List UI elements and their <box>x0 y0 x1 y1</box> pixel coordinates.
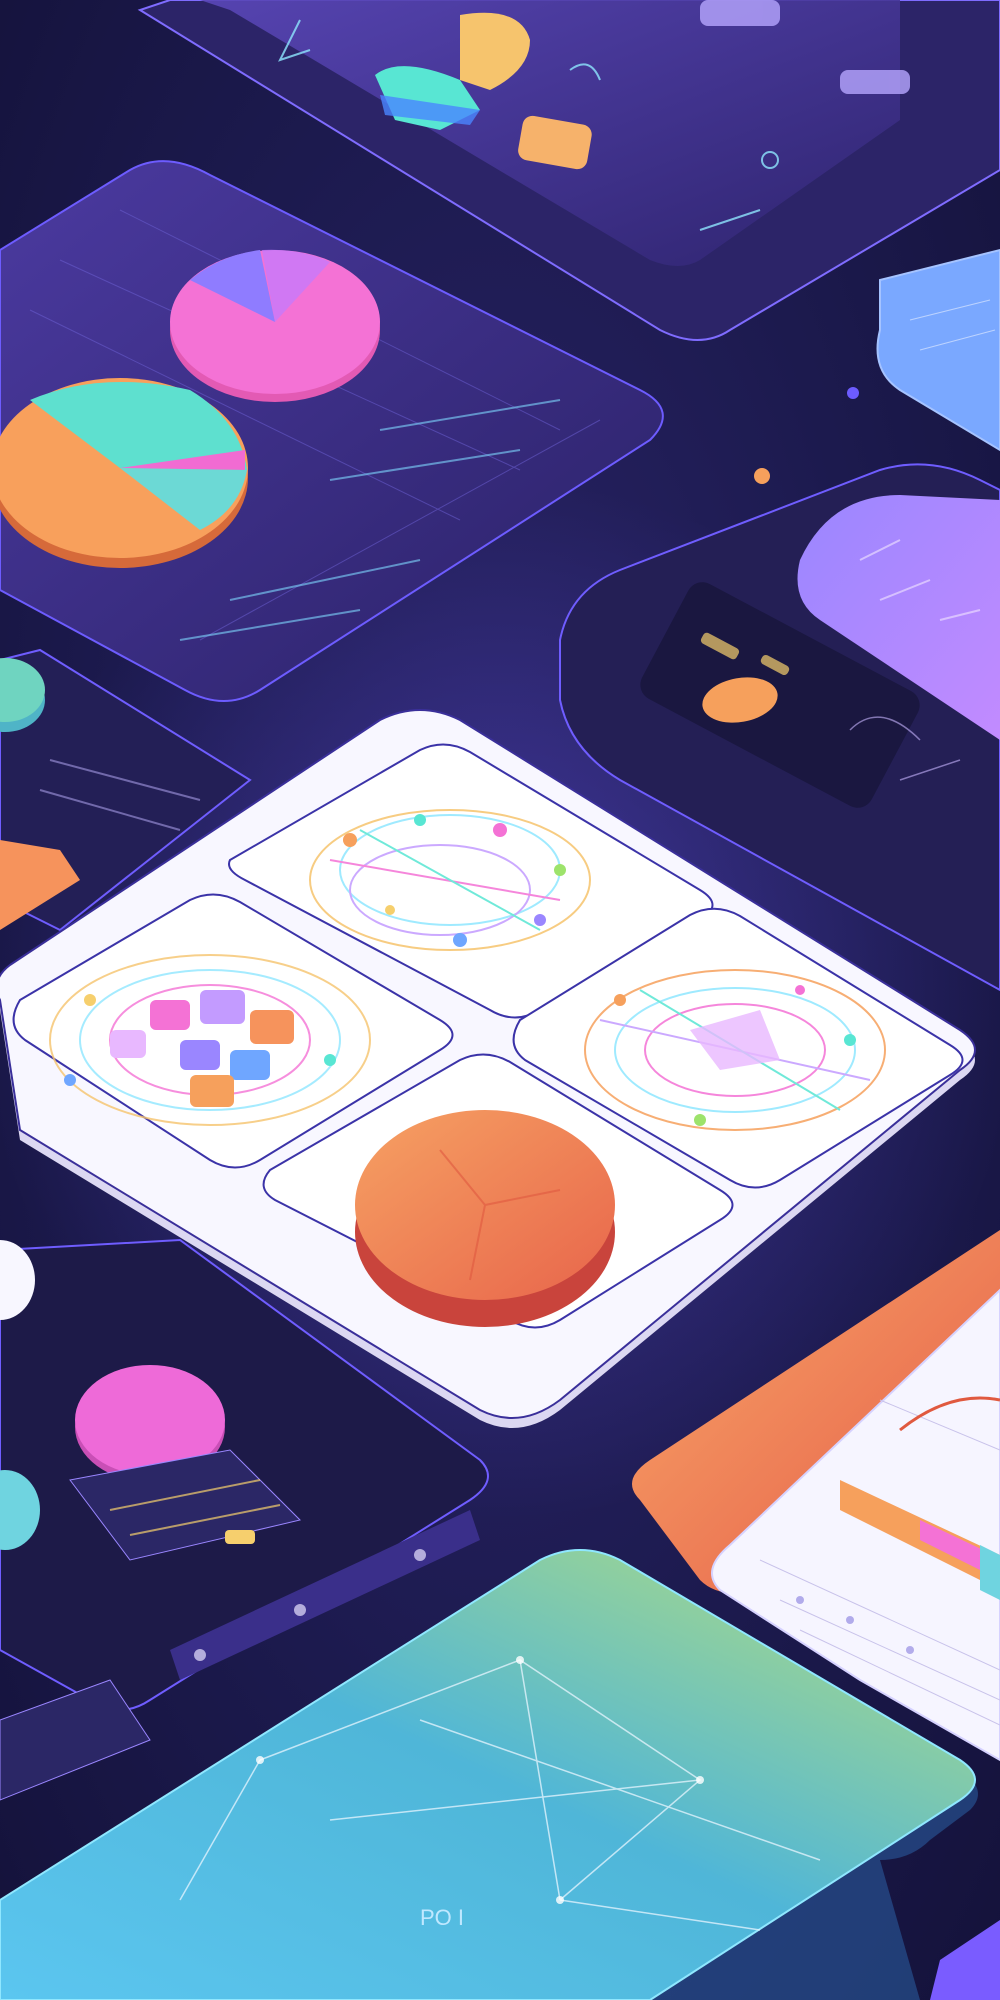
right-edge-panel <box>876 248 1000 452</box>
dot-purple <box>847 387 859 399</box>
dot-orange <box>754 468 770 484</box>
isometric-dashboard-illustration: PO I <box>0 0 1000 2000</box>
bottom-panel-label: PO I <box>420 1905 464 1930</box>
illustration-svg: PO I <box>0 0 1000 2000</box>
bottom-right-corner-panel <box>930 1920 1000 2000</box>
pie-chart-pink <box>170 249 380 402</box>
pie-chart-orange-teal <box>0 378 248 568</box>
